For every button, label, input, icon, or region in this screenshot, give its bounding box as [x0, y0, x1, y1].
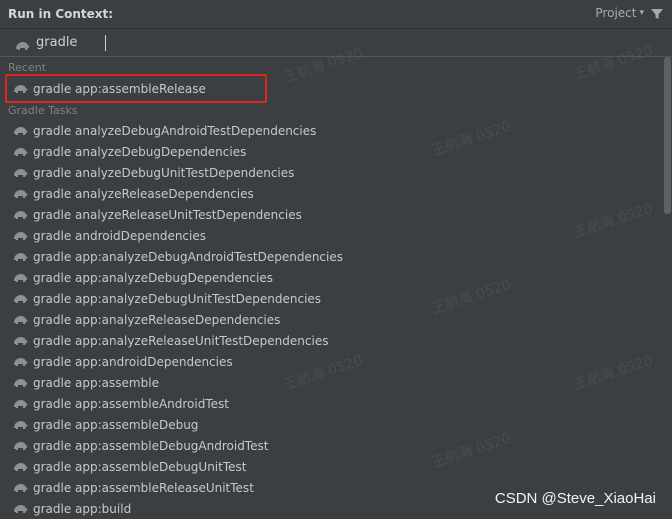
list-item-label: gradle app:assemble	[33, 375, 159, 390]
gradle-icon	[12, 440, 28, 452]
list-item-label: gradle app:analyzeDebugUnitTestDependenc…	[33, 291, 322, 306]
filter-icon[interactable]	[650, 6, 664, 20]
popup-header: Run in Context: Project ▾	[0, 0, 672, 28]
scope-label: Project	[595, 6, 637, 20]
list-item[interactable]: gradle app:assembleDebugUnitTest	[0, 456, 660, 477]
scrollbar-thumb[interactable]	[664, 57, 671, 214]
list-item-label: gradle app:analyzeDebugAndroidTestDepend…	[33, 249, 344, 264]
gradle-icon	[12, 83, 28, 95]
gradle-icon	[12, 419, 28, 431]
gradle-icon	[12, 503, 28, 515]
list-item[interactable]: gradle androidDependencies	[0, 225, 660, 246]
scope-dropdown[interactable]: Project ▾	[595, 6, 644, 20]
list-item-label: gradle app:analyzeDebugDependencies	[33, 270, 273, 285]
list-item[interactable]: gradle analyzeDebugDependencies	[0, 141, 660, 162]
gradle-icon	[12, 377, 28, 389]
list-item-label: gradle app:assembleAndroidTest	[33, 396, 229, 411]
list-item[interactable]: gradle app:analyzeReleaseDependencies	[0, 309, 660, 330]
list-item-label: gradle analyzeDebugDependencies	[33, 144, 247, 159]
list-item[interactable]: gradle app:assemble	[0, 372, 660, 393]
chevron-down-icon: ▾	[639, 8, 644, 18]
list-item-label: gradle analyzeDebugUnitTestDependencies	[33, 165, 295, 180]
gradle-icon	[12, 272, 28, 284]
gradle-icon	[12, 188, 28, 200]
gradle-icon	[12, 209, 28, 221]
list-item-label: gradle app:assembleRelease	[33, 81, 206, 96]
list-item-label: gradle androidDependencies	[33, 228, 206, 243]
gradle-icon	[12, 125, 28, 137]
gradle-icon	[12, 335, 28, 347]
list-item-label: gradle app:assembleDebugAndroidTest	[33, 438, 269, 453]
list-item[interactable]: gradle analyzeDebugUnitTestDependencies	[0, 162, 660, 183]
list-item-label: gradle app:analyzeReleaseDependencies	[33, 312, 281, 327]
run-in-context-popup: Run in Context: Project ▾ Recent Gradle …	[0, 0, 672, 519]
popup-title: Run in Context:	[8, 7, 114, 21]
search-input[interactable]	[36, 35, 104, 50]
list-item[interactable]: gradle app:analyzeDebugUnitTestDependenc…	[0, 288, 660, 309]
header-controls: Project ▾	[595, 6, 664, 20]
list-item-label: gradle app:build	[33, 501, 132, 516]
list-item[interactable]: gradle app:analyzeReleaseUnitTestDepende…	[0, 330, 660, 351]
list-item-label: gradle analyzeReleaseUnitTestDependencie…	[33, 207, 302, 222]
list-item-label: gradle app:assembleReleaseUnitTest	[33, 480, 254, 495]
group-label-gradle-tasks: Gradle Tasks	[8, 104, 78, 117]
gradle-icon	[12, 230, 28, 242]
text-caret	[105, 34, 106, 51]
gradle-icon	[12, 167, 28, 179]
list-item-label: gradle app:assembleDebugUnitTest	[33, 459, 247, 474]
list-item[interactable]: gradle analyzeReleaseDependencies	[0, 183, 660, 204]
list-item[interactable]: gradle app:analyzeDebugAndroidTestDepend…	[0, 246, 660, 267]
list-item[interactable]: gradle app:assembleDebug	[0, 414, 660, 435]
list-item[interactable]: gradle app:assembleAndroidTest	[0, 393, 660, 414]
gradle-icon	[12, 461, 28, 473]
gradle-icon	[12, 251, 28, 263]
list-item-label: gradle analyzeReleaseDependencies	[33, 186, 254, 201]
list-item[interactable]: gradle app:analyzeDebugDependencies	[0, 267, 660, 288]
search-row	[0, 28, 672, 57]
group-label-recent: Recent	[8, 61, 47, 74]
gradle-icon	[12, 146, 28, 158]
list-item-label: gradle analyzeDebugAndroidTestDependenci…	[33, 123, 317, 138]
list-item-label: gradle app:assembleDebug	[33, 417, 199, 432]
list-item-label: gradle app:analyzeReleaseUnitTestDepende…	[33, 333, 329, 348]
gradle-icon	[12, 293, 28, 305]
list-item-recent[interactable]: gradle app:assembleRelease	[0, 78, 660, 99]
scrollbar-track[interactable]	[662, 57, 672, 519]
gradle-icon	[12, 314, 28, 326]
list-item[interactable]: gradle analyzeDebugAndroidTestDependenci…	[0, 120, 660, 141]
gradle-icon	[12, 482, 28, 494]
list-item-label: gradle app:androidDependencies	[33, 354, 233, 369]
credit-text: CSDN @Steve_XiaoHai	[494, 490, 656, 507]
list-item[interactable]: gradle app:androidDependencies	[0, 351, 660, 372]
gradle-icon	[12, 356, 28, 368]
gradle-icon	[14, 37, 30, 50]
gradle-icon	[12, 398, 28, 410]
list-item[interactable]: gradle app:assembleDebugAndroidTest	[0, 435, 660, 456]
list-item[interactable]: gradle analyzeReleaseUnitTestDependencie…	[0, 204, 660, 225]
